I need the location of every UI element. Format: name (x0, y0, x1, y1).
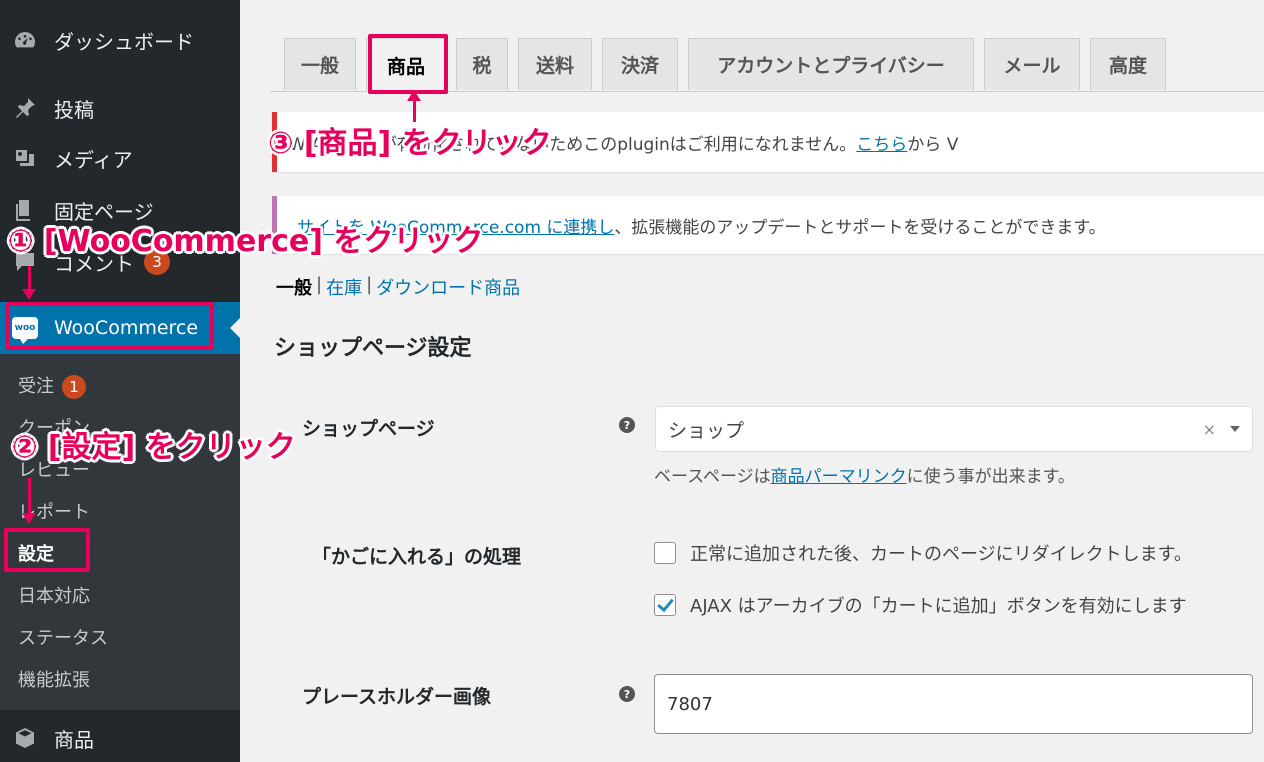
cart-behaviour-label: 「かごに入れる」の処理 (312, 546, 522, 568)
tab-shipping[interactable]: 送料 (518, 38, 592, 90)
select-value: ショップ (668, 419, 745, 442)
menu-dashboard[interactable]: ダッシュボード (0, 20, 240, 60)
menu-posts[interactable]: 投稿 (0, 88, 240, 128)
settings-main: 一般 商品 税 送料 決済 アカウントとプライバシー メール 高度 W API … (240, 0, 1264, 762)
clear-icon[interactable]: × (1203, 420, 1216, 439)
menu-label: メディア (54, 147, 133, 172)
chevron-down-icon[interactable] (1230, 426, 1240, 432)
tab-general[interactable]: 一般 (284, 38, 356, 90)
menu-products[interactable]: 商品 (0, 716, 240, 760)
annotation-step3: ③ [商品] をクリック (268, 126, 552, 161)
submenu-extensions[interactable]: 機能拡張 (18, 666, 90, 692)
shop-page-select[interactable]: ショップ × (655, 406, 1253, 452)
section-title: ショップページ設定 (274, 336, 472, 361)
subnav-downloadable[interactable]: ダウンロード商品 (376, 274, 520, 300)
submenu-orders[interactable]: 受注 1 (18, 372, 86, 399)
tab-payments[interactable]: 決済 (602, 38, 678, 90)
ajax-option: AJAX はアーカイブの「カートに追加」ボタンを有効にします (654, 592, 1187, 618)
permalink-link[interactable]: 商品パーマリンク (771, 467, 907, 487)
subnav-general[interactable]: 一般 (276, 274, 312, 300)
redirect-option: 正常に追加された後、カートのページにリダイレクトします。 (654, 540, 1192, 566)
tab-advanced[interactable]: 高度 (1090, 38, 1166, 90)
menu-media[interactable]: メディア (0, 138, 240, 178)
redirect-checkbox[interactable] (654, 542, 676, 564)
submenu-japan[interactable]: 日本対応 (18, 582, 90, 608)
placeholder-image-label: プレースホルダー画像 (302, 686, 492, 708)
box-icon (12, 725, 38, 751)
menu-label: 投稿 (54, 97, 94, 122)
annotation-step2: ② [設定] をクリック (12, 430, 296, 465)
highlight-settings (4, 528, 90, 572)
current-menu-pointer (230, 318, 240, 338)
ajax-checkbox[interactable] (654, 594, 676, 616)
arrow-down-icon (22, 478, 36, 524)
menu-label: 商品 (54, 727, 94, 752)
section-subnav: 一般 | 在庫 | ダウンロード商品 (276, 274, 521, 300)
shop-page-label: ショップページ (302, 418, 435, 440)
tab-tax[interactable]: 税 (456, 38, 508, 90)
submenu-status[interactable]: ステータス (18, 624, 108, 650)
highlight-products-tab (368, 34, 448, 94)
pin-icon (12, 95, 38, 121)
help-icon[interactable]: ? (619, 686, 635, 702)
tab-emails[interactable]: メール (984, 38, 1080, 90)
menu-label: ダッシュボード (54, 29, 194, 54)
notice-link[interactable]: こちら (856, 130, 907, 155)
subnav-inventory[interactable]: 在庫 (326, 274, 362, 300)
tab-accounts-privacy[interactable]: アカウントとプライバシー (688, 38, 974, 90)
highlight-woocommerce (6, 302, 214, 350)
arrow-down-icon (22, 266, 36, 300)
admin-sidebar: ダッシュボード 投稿 メディア 固定ページ コメント 3 woo WooComm… (0, 0, 240, 762)
shop-page-description: ベースページは商品パーマリンクに使う事が出来ます。 (654, 467, 1075, 487)
dashboard-icon (12, 27, 38, 53)
placeholder-image-input[interactable]: 7807 (654, 674, 1253, 734)
annotation-step1: ① [WooCommerce] をクリック (8, 224, 484, 259)
help-icon[interactable]: ? (619, 417, 635, 433)
media-icon (12, 145, 38, 171)
orders-count-badge: 1 (62, 375, 86, 399)
